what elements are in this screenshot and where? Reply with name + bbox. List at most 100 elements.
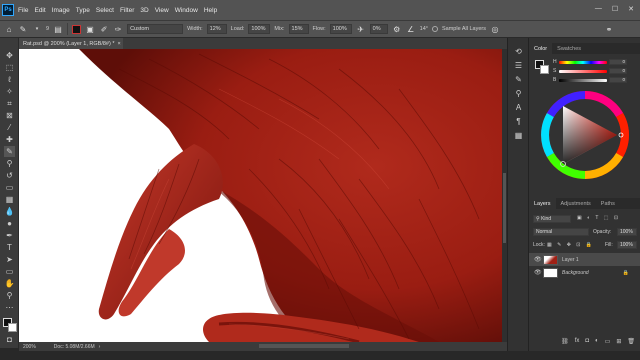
- minimize-button[interactable]: —: [595, 5, 602, 13]
- hue-slider[interactable]: [559, 60, 607, 64]
- sample-all-layers-checkbox[interactable]: [431, 26, 438, 32]
- flow-input[interactable]: 100%: [329, 24, 352, 34]
- brush-settings-panel-icon[interactable]: ✎: [513, 74, 524, 85]
- pressure-icon[interactable]: ◎: [490, 24, 500, 34]
- opacity-input[interactable]: 100%: [617, 228, 637, 236]
- quick-mask-icon[interactable]: ◘: [4, 334, 15, 345]
- healing-brush-tool-icon[interactable]: ✚: [4, 134, 15, 145]
- menu-window[interactable]: Window: [175, 7, 198, 14]
- hue-input[interactable]: 0: [609, 59, 627, 65]
- layer-row-layer-1[interactable]: 👁 Layer 1: [529, 253, 640, 266]
- home-icon[interactable]: ⌂: [4, 24, 14, 34]
- wet-input[interactable]: 12%: [206, 24, 227, 34]
- tab-layers[interactable]: Layers: [529, 198, 556, 209]
- clone-stamp-tool-icon[interactable]: ⚲: [4, 158, 15, 169]
- saturation-input[interactable]: 0: [609, 68, 627, 74]
- new-layer-icon[interactable]: ⊞: [616, 338, 621, 348]
- layer-style-icon[interactable]: fx: [575, 338, 580, 348]
- menu-help[interactable]: Help: [204, 7, 217, 14]
- load-brush-icon[interactable]: ▣: [85, 24, 95, 34]
- maximize-button[interactable]: ☐: [612, 5, 618, 13]
- bg-color-chip[interactable]: [540, 65, 549, 74]
- tab-paths[interactable]: Paths: [596, 198, 620, 209]
- brightness-input[interactable]: 0: [609, 77, 627, 83]
- properties-panel-icon[interactable]: ☰: [513, 60, 524, 71]
- delete-layer-icon[interactable]: 🗑: [627, 338, 635, 348]
- layer-name[interactable]: Background: [562, 270, 589, 276]
- type-tool-icon[interactable]: T: [4, 242, 15, 253]
- paragraph-panel-icon[interactable]: ¶: [513, 116, 524, 127]
- rectangle-tool-icon[interactable]: ▭: [4, 266, 15, 277]
- more-tools-icon[interactable]: ⋯: [4, 302, 15, 313]
- eraser-tool-icon[interactable]: ▭: [4, 182, 15, 193]
- dodge-tool-icon[interactable]: ●: [4, 218, 15, 229]
- brush-panel-icon[interactable]: ▤: [53, 24, 63, 34]
- vertical-scroll-thumb[interactable]: [503, 173, 506, 243]
- character-panel-icon[interactable]: A: [513, 102, 524, 113]
- new-group-icon[interactable]: ▭: [605, 338, 611, 348]
- clean-brush-icon[interactable]: ✐: [99, 24, 109, 34]
- settings-gear-icon[interactable]: ⚙: [392, 24, 402, 34]
- menu-edit[interactable]: Edit: [34, 7, 45, 14]
- link-layers-icon[interactable]: ⛓: [561, 338, 569, 348]
- fill-input[interactable]: 100%: [617, 241, 637, 249]
- tab-swatches[interactable]: Swatches: [552, 43, 586, 54]
- layer-name[interactable]: Layer 1: [562, 257, 579, 263]
- airbrush-icon[interactable]: ✈: [356, 24, 366, 34]
- close-button[interactable]: ✕: [628, 5, 634, 13]
- pen-tool-icon[interactable]: ✒: [4, 230, 15, 241]
- clone-source-panel-icon[interactable]: ⚲: [513, 88, 524, 99]
- chevron-down-icon[interactable]: ▾: [32, 24, 42, 34]
- angle-value[interactable]: 14°: [420, 26, 428, 32]
- load-input[interactable]: 100%: [248, 24, 271, 34]
- crop-tool-icon[interactable]: ⌗: [4, 98, 15, 109]
- mixer-brush-tool-icon[interactable]: ✎: [18, 24, 28, 34]
- menu-3d[interactable]: 3D: [140, 7, 148, 14]
- layer-filter-select[interactable]: ⚲ Kind: [533, 215, 571, 223]
- blur-tool-icon[interactable]: 💧: [4, 206, 15, 217]
- marquee-tool-icon[interactable]: ⬚: [4, 62, 15, 73]
- color-wheel[interactable]: [533, 90, 637, 180]
- visibility-eye-icon[interactable]: 👁: [534, 256, 542, 263]
- frame-tool-icon[interactable]: ⊠: [4, 110, 15, 121]
- background-color-swatch[interactable]: [8, 323, 17, 332]
- menu-image[interactable]: Image: [52, 7, 70, 14]
- zoom-level[interactable]: 200%: [23, 344, 36, 350]
- blend-combo-select[interactable]: Custom: [127, 24, 184, 34]
- layer-filter-icons[interactable]: ▣ ◐ T ⬚ ⊡: [577, 215, 620, 221]
- gradient-tool-icon[interactable]: ▦: [4, 194, 15, 205]
- visibility-eye-icon[interactable]: 👁: [534, 269, 542, 276]
- document-canvas[interactable]: [19, 49, 502, 342]
- path-select-tool-icon[interactable]: ➤: [4, 254, 15, 265]
- move-tool-icon[interactable]: ✥: [4, 50, 15, 61]
- hand-tool-icon[interactable]: ✋: [4, 278, 15, 289]
- add-mask-icon[interactable]: ◘: [585, 338, 589, 348]
- zoom-tool-icon[interactable]: ⚲: [4, 290, 15, 301]
- tab-color[interactable]: Color: [529, 43, 553, 54]
- lasso-tool-icon[interactable]: ℓ: [4, 74, 15, 85]
- menu-view[interactable]: View: [155, 7, 169, 14]
- status-menu-icon[interactable]: ›: [99, 344, 101, 350]
- horizontal-scroll-thumb[interactable]: [259, 344, 349, 348]
- styles-panel-icon[interactable]: ▦: [513, 130, 524, 141]
- quick-select-tool-icon[interactable]: ✧: [4, 86, 15, 97]
- smoothing-input[interactable]: 0%: [369, 24, 388, 34]
- blend-mode-select[interactable]: Normal: [533, 228, 589, 236]
- brush-tool-icon[interactable]: ✎: [4, 146, 15, 157]
- adjustment-layer-icon[interactable]: ◐: [595, 338, 599, 348]
- menu-type[interactable]: Type: [76, 7, 90, 14]
- lock-icons[interactable]: ▦ ✎ ✥ ⊡ 🔒: [547, 242, 594, 248]
- menu-file[interactable]: File: [18, 7, 28, 14]
- current-load-swatch[interactable]: [72, 24, 82, 34]
- tab-adjustments[interactable]: Adjustments: [556, 198, 596, 209]
- history-brush-tool-icon[interactable]: ↺: [4, 170, 15, 181]
- menu-select[interactable]: Select: [96, 7, 114, 14]
- document-tab[interactable]: Rat.psd @ 200% (Layer 1, RGB/8#) * ×: [19, 38, 123, 49]
- history-panel-icon[interactable]: ⟲: [513, 46, 524, 57]
- eyedropper-tool-icon[interactable]: ⁄: [4, 122, 15, 133]
- brush-size-value[interactable]: 9: [46, 26, 49, 32]
- layer-row-background[interactable]: 👁 Background 🔒: [529, 266, 640, 279]
- symmetry-icon[interactable]: ⚭: [604, 24, 614, 34]
- load-after-stroke-icon[interactable]: ✑: [113, 24, 123, 34]
- menu-filter[interactable]: Filter: [120, 7, 134, 14]
